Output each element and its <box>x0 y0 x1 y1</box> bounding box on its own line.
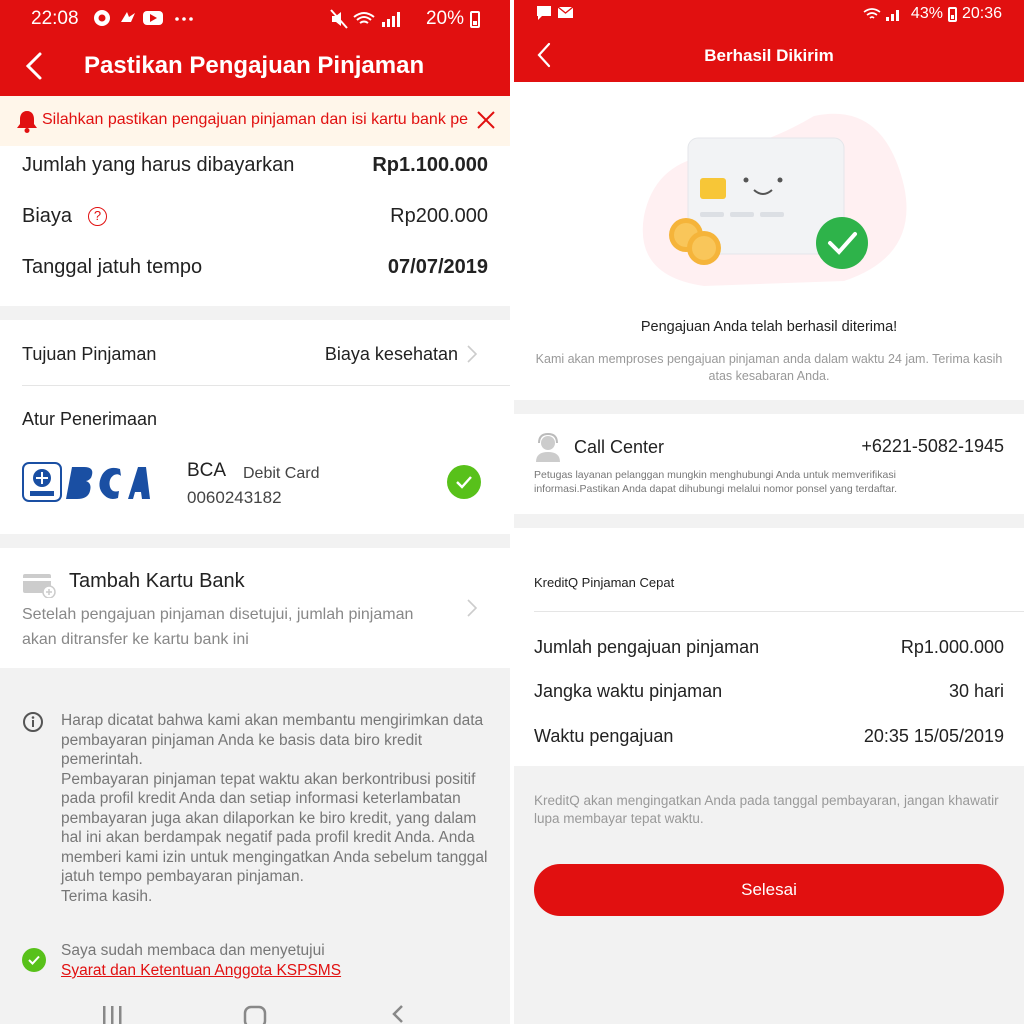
fee-value: Rp200.000 <box>390 205 488 227</box>
status-right: 20% <box>330 8 480 30</box>
bank-name: BCA <box>187 460 227 481</box>
loan-summary: Jumlah yang harus dibayarkan Rp1.100.000… <box>0 146 510 306</box>
card-add-icon <box>23 574 56 598</box>
status-right: 43% 20:36 <box>862 5 1002 23</box>
amount-label: Jumlah yang harus dibayarkan <box>22 154 295 176</box>
summary-row-amount: Jumlah yang harus dibayarkan Rp1.100.000 <box>22 154 488 180</box>
mail-icon <box>557 6 574 18</box>
home-icon[interactable] <box>242 1002 268 1024</box>
status-system-icons <box>863 8 899 21</box>
notice-text: Silahkan pastikan pengajuan pinjaman dan… <box>42 111 469 128</box>
bird-icon <box>121 12 135 22</box>
mute-icon <box>330 9 348 29</box>
chevron-right-icon <box>467 599 478 617</box>
terms-link[interactable]: Syarat dan Ketentuan Anggota KSPSMS <box>61 962 341 980</box>
notice-banner: Silahkan pastikan pengajuan pinjaman dan… <box>0 96 510 146</box>
card-type: Debit Card <box>243 465 320 482</box>
battery-level: 20% <box>425 8 464 29</box>
summary-row-fee: Biaya ? Rp200.000 <box>22 205 488 231</box>
battery-icon <box>947 6 957 22</box>
wifi-icon <box>353 12 375 24</box>
info-paragraph: Pembayaran pinjaman tepat waktu akan ber… <box>61 770 488 886</box>
status-bar: 22:08 20% <box>0 0 510 36</box>
left-screen: 22:08 20% Pastikan Pengajuan Pinjaman Si… <box>0 0 510 1024</box>
call-center-description: Petugas layanan pelanggan mungkin menghu… <box>534 469 898 495</box>
account-number: 0060243182 <box>187 488 282 507</box>
loan-amount-label: Jumlah pengajuan pinjaman <box>534 637 760 657</box>
status-time: 22:08 <box>31 8 79 29</box>
submitted-time-label: Waktu pengajuan <box>534 726 674 746</box>
page-title: Berhasil Dikirim <box>704 46 834 65</box>
bell-icon <box>17 111 37 133</box>
loan-term-label: Jangka waktu pinjaman <box>534 681 723 701</box>
due-date-label: Tanggal jatuh tempo <box>22 256 203 278</box>
system-nav-bar <box>0 990 510 1024</box>
right-screen: 43% 20:36 Berhasil Dikirim Pengajuan And… <box>514 0 1024 1024</box>
notification-icons <box>94 10 193 26</box>
chat-icon <box>537 6 551 20</box>
loan-product-title: KreditQ Pinjaman Cepat <box>534 575 675 590</box>
page-title: Pastikan Pengajuan Pinjaman <box>84 52 425 79</box>
back-nav-icon[interactable] <box>388 1002 408 1024</box>
loan-row-term: Jangka waktu pinjaman 30 hari <box>534 681 1004 705</box>
call-center-section: Call Center +6221-5082-1945 Petugas laya… <box>514 414 1024 514</box>
success-subtext: Kami akan memproses pengajuan pinjaman a… <box>535 352 1003 383</box>
battery-icon <box>470 10 480 28</box>
wifi-icon <box>863 8 881 19</box>
submitted-time-value: 20:35 15/05/2019 <box>863 726 1004 746</box>
loan-amount-value: Rp1.000.000 <box>900 637 1004 657</box>
success-heading: Pengajuan Anda telah berhasil diterima! <box>640 319 898 335</box>
recents-icon[interactable] <box>100 1002 124 1024</box>
headset-agent-icon <box>536 432 560 462</box>
due-date-value: 07/07/2019 <box>387 256 488 278</box>
help-icon[interactable]: ? <box>88 207 107 226</box>
back-arrow-icon[interactable] <box>20 48 50 84</box>
more-dots-icon <box>175 17 193 21</box>
loan-details: Tujuan Pinjaman Biaya kesehatan Atur Pen… <box>0 320 510 534</box>
agreement-text: Saya sudah membaca dan menyetujui <box>61 942 325 959</box>
selected-check-icon[interactable] <box>447 465 481 499</box>
aperture-icon <box>94 10 110 26</box>
summary-row-due-date: Tanggal jatuh tempo 07/07/2019 <box>22 256 488 282</box>
purpose-value: Biaya kesehatan <box>324 344 458 364</box>
fee-label: Biaya <box>22 205 73 227</box>
purpose-label: Tujuan Pinjaman <box>22 344 157 364</box>
loan-row-amount: Jumlah pengajuan pinjaman Rp1.000.000 <box>534 637 1004 661</box>
call-center-number[interactable]: +6221-5082-1945 <box>861 436 1004 457</box>
app-bar: Berhasil Dikirim <box>514 28 1024 82</box>
call-center-label: Call Center <box>574 437 665 457</box>
chevron-right-icon <box>467 345 478 363</box>
agreement-checkbox[interactable] <box>22 948 46 972</box>
add-card-title: Tambah Kartu Bank <box>69 570 245 592</box>
status-bar: 43% 20:36 <box>514 0 1024 28</box>
success-card-illustration <box>642 113 907 286</box>
signal-icon <box>381 12 400 27</box>
close-icon[interactable] <box>474 108 498 132</box>
add-bank-card[interactable]: Tambah Kartu Bank Setelah pengajuan pinj… <box>0 548 510 668</box>
amount-value: Rp1.100.000 <box>372 154 488 176</box>
status-time: 20:36 <box>961 5 1002 22</box>
loan-row-submitted: Waktu pengajuan 20:35 15/05/2019 <box>534 726 1004 750</box>
status-system-icons <box>330 9 400 29</box>
info-paragraph: Terima kasih. <box>61 887 153 905</box>
signal-icon <box>885 10 899 21</box>
battery-level: 43% <box>910 5 943 22</box>
info-paragraph: Harap dicatat bahwa kami akan membantu m… <box>61 712 484 768</box>
add-card-description: Setelah pengajuan pinjaman disetujui, ju… <box>22 606 414 648</box>
bca-logo-icon <box>22 462 150 502</box>
info-icon <box>23 712 43 732</box>
done-button[interactable]: Selesai <box>534 864 1004 916</box>
app-bar: Pastikan Pengajuan Pinjaman <box>0 36 510 96</box>
loan-term-value: 30 hari <box>948 681 1004 701</box>
divider <box>22 385 510 386</box>
receiving-label: Atur Penerimaan <box>22 409 158 429</box>
success-section: Pengajuan Anda telah berhasil diterima! … <box>514 82 1024 400</box>
payment-reminder-note: KreditQ akan mengingatkan Anda pada tang… <box>534 793 999 826</box>
youtube-icon <box>143 11 163 25</box>
notification-icons <box>537 6 574 20</box>
divider <box>534 611 1024 612</box>
loan-summary: KreditQ Pinjaman Cepat Jumlah pengajuan … <box>514 528 1024 766</box>
purpose-row[interactable]: Tujuan Pinjaman Biaya kesehatan <box>0 320 510 385</box>
credit-bureau-notice: Harap dicatat bahwa kami akan membantu m… <box>61 711 491 906</box>
